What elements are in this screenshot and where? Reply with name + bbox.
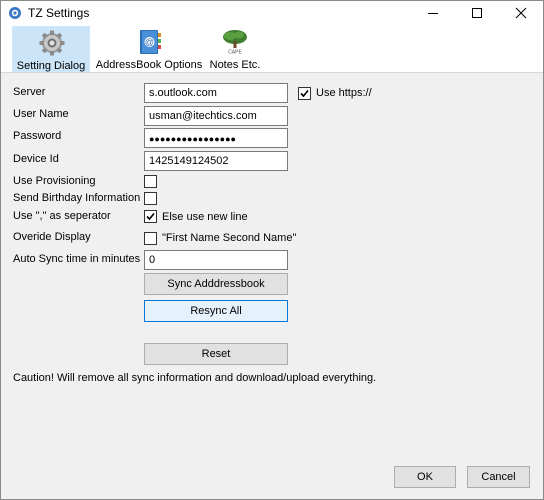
maximize-button[interactable]	[455, 1, 499, 25]
auto-sync-input[interactable]: 0	[144, 250, 288, 270]
send-birthday-label: Send Birthday Information	[13, 192, 141, 204]
separator-option-label: Else use new line	[162, 211, 248, 223]
tab-label: Notes Etc.	[209, 59, 261, 71]
resync-all-button[interactable]: Resync All	[144, 300, 288, 322]
toolbar: Setting Dialog @ AddressBook Options CAP…	[1, 25, 543, 73]
svg-text:@: @	[145, 37, 154, 47]
use-https-label: Use https://	[316, 87, 372, 99]
username-input[interactable]: usman@itechtics.com	[144, 106, 288, 126]
override-display-checkbox[interactable]	[144, 232, 157, 245]
server-label: Server	[13, 86, 46, 98]
tab-label: AddressBook Options	[95, 59, 203, 71]
tab-addressbook-options[interactable]: @ AddressBook Options	[95, 26, 203, 72]
tab-notes[interactable]: CAPE Notes Etc.	[207, 26, 263, 72]
cancel-button[interactable]: Cancel	[467, 466, 530, 488]
minimize-button[interactable]	[411, 1, 455, 25]
separator-label: Use "," as seperator	[13, 210, 111, 222]
server-input[interactable]: s.outlook.com	[144, 83, 288, 103]
use-provisioning-label: Use Provisioning	[13, 175, 96, 187]
password-input[interactable]: ●●●●●●●●●●●●●●●●	[144, 128, 288, 148]
tab-label: Setting Dialog	[16, 60, 86, 72]
device-id-label: Device Id	[13, 153, 59, 165]
gear-icon	[37, 30, 67, 56]
minimize-icon	[428, 13, 438, 14]
device-id-input[interactable]: 1425149124502	[144, 151, 288, 171]
send-birthday-checkbox[interactable]	[144, 192, 157, 205]
separator-checkbox[interactable]	[144, 210, 157, 223]
password-label: Password	[13, 130, 62, 142]
app-icon	[8, 6, 22, 20]
use-https-checkbox[interactable]	[298, 87, 311, 100]
tree-icon: CAPE	[220, 29, 250, 56]
checkmark-icon	[146, 212, 155, 221]
username-label: User Name	[13, 108, 69, 120]
close-button[interactable]	[499, 1, 543, 25]
use-provisioning-checkbox[interactable]	[144, 175, 157, 188]
title-bar: TZ Settings	[1, 1, 543, 25]
svg-text:CAPE: CAPE	[228, 50, 242, 56]
sync-addressbook-button[interactable]: Sync Adddressbook	[144, 273, 288, 295]
tab-setting-dialog[interactable]: Setting Dialog	[12, 26, 90, 72]
checkmark-icon	[300, 89, 309, 98]
auto-sync-label: Auto Sync time in minutes	[13, 253, 141, 265]
window-title: TZ Settings	[28, 6, 90, 20]
maximize-icon	[472, 8, 482, 18]
ok-button[interactable]: OK	[394, 466, 456, 488]
caution-text: Caution! Will remove all sync informatio…	[13, 372, 377, 384]
override-display-label: Overide Display	[13, 231, 91, 243]
address-book-icon: @	[134, 29, 164, 55]
close-icon	[515, 7, 527, 19]
override-display-option-label: "First Name Second Name"	[162, 232, 297, 244]
settings-window: TZ Settings Setting Dialog @ AddressBook…	[0, 0, 544, 500]
reset-button[interactable]: Reset	[144, 343, 288, 365]
